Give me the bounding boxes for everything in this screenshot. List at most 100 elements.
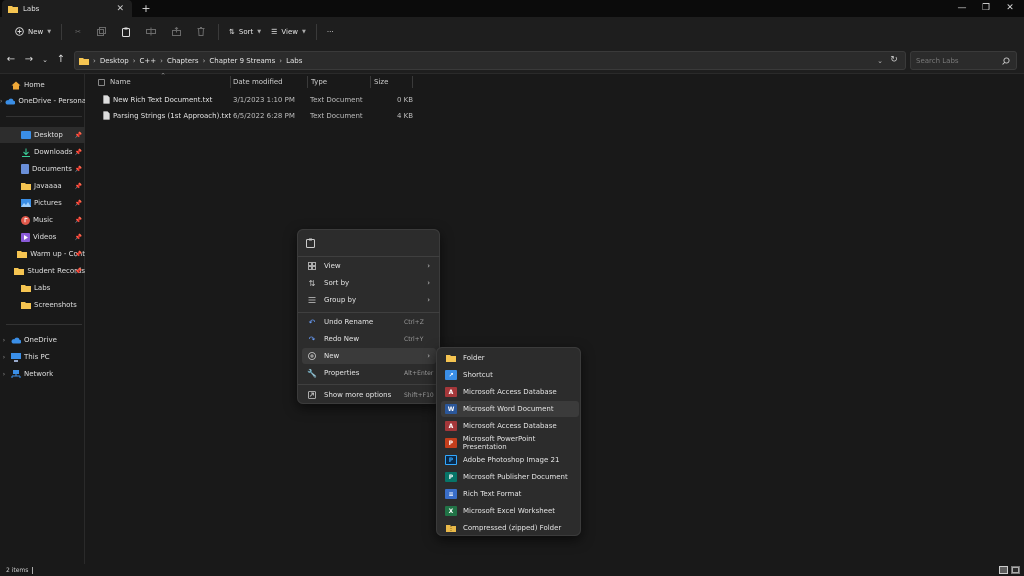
sidebar-item-pictures[interactable]: Pictures 📌 <box>0 195 85 211</box>
menu-item-undo-rename[interactable]: ↶ Undo Rename Ctrl+Z <box>302 314 436 330</box>
sidebar-item-onedrive[interactable]: › OneDrive <box>0 332 85 348</box>
paste-button[interactable] <box>114 22 138 42</box>
sidebar-divider <box>6 324 82 325</box>
forward-button[interactable]: → <box>22 53 36 67</box>
submenu-item-shortcut[interactable]: ↗ Shortcut <box>441 367 579 383</box>
menu-item-view[interactable]: View › <box>302 258 436 274</box>
breadcrumb-labs[interactable]: Labs <box>286 57 302 65</box>
up-button[interactable]: ↑ <box>54 53 68 67</box>
recent-locations-button[interactable]: ⌄ <box>38 53 52 67</box>
breadcrumb-chapter-9[interactable]: Chapter 9 Streams <box>209 57 275 65</box>
column-divider[interactable] <box>370 76 371 88</box>
details-view-button[interactable] <box>999 566 1008 574</box>
sidebar-item-labs[interactable]: Labs <box>0 280 85 296</box>
sidebar-item-onedrive-personal[interactable]: › OneDrive - Persona <box>0 93 85 109</box>
column-header-name[interactable]: Name <box>110 76 131 88</box>
menu-item-group-by[interactable]: Group by › <box>302 292 436 308</box>
chevron-right-icon[interactable]: › <box>0 98 2 105</box>
column-divider[interactable] <box>412 76 413 88</box>
sidebar-item-downloads[interactable]: Downloads 📌 <box>0 144 85 160</box>
column-header-size[interactable]: Size <box>374 76 388 88</box>
restore-button[interactable]: ❐ <box>974 0 998 17</box>
search-input[interactable]: Search Labs <box>910 51 1017 70</box>
submenu-item-excel[interactable]: X Microsoft Excel Worksheet <box>441 503 579 519</box>
pin-icon: 📌 <box>74 182 82 190</box>
tab-labs[interactable]: Labs ✕ <box>2 0 132 17</box>
sidebar-item-videos[interactable]: Videos 📌 <box>0 229 85 245</box>
submenu-item-rich-text[interactable]: ≡ Rich Text Format <box>441 486 579 502</box>
menu-item-redo-new[interactable]: ↷ Redo New Ctrl+Y <box>302 331 436 347</box>
video-icon <box>21 232 30 242</box>
cut-button[interactable]: ✂ <box>67 22 89 42</box>
back-button[interactable]: ← <box>4 53 18 67</box>
folder-icon <box>14 267 25 275</box>
address-bar[interactable]: › Desktop › C++ › Chapters › Chapter 9 S… <box>74 51 906 70</box>
submenu-item-photoshop[interactable]: P Adobe Photoshop Image 21 <box>441 452 579 468</box>
tab-title: Labs <box>23 4 40 13</box>
music-icon <box>21 215 30 225</box>
sidebar-item-label: OneDrive - Persona <box>18 97 85 105</box>
view-button[interactable]: ☰ View ▼ <box>266 22 311 42</box>
pin-icon: 📌 <box>74 199 82 207</box>
file-row[interactable]: New Rich Text Document.txt 3/1/2023 1:10… <box>97 92 417 107</box>
select-all-checkbox[interactable] <box>98 79 105 86</box>
delete-button[interactable] <box>189 22 213 42</box>
context-menu: View › ⇅ Sort by › Group by › ↶ Undo Ren… <box>297 229 440 404</box>
sidebar-item-documents[interactable]: Documents 📌 <box>0 161 85 177</box>
sidebar-item-music[interactable]: Music 📌 <box>0 212 85 228</box>
menu-item-show-more-options[interactable]: Show more options Shift+F10 <box>302 387 436 403</box>
sidebar-item-student-records[interactable]: Student Records 📌 <box>0 263 85 279</box>
breadcrumb-cpp[interactable]: C++ <box>140 57 157 65</box>
breadcrumb-desktop[interactable]: Desktop <box>100 57 129 65</box>
menu-item-new[interactable]: New › <box>302 348 436 364</box>
menu-item-properties[interactable]: 🔧 Properties Alt+Enter <box>302 365 436 381</box>
tiles-view-button[interactable] <box>1011 566 1020 574</box>
search-placeholder: Search Labs <box>916 56 959 65</box>
chevron-right-icon: › <box>160 56 163 65</box>
submenu-item-publisher[interactable]: P Microsoft Publisher Document <box>441 469 579 485</box>
submenu-item-access-database[interactable]: A Microsoft Access Database <box>441 384 579 400</box>
share-button[interactable] <box>164 22 189 42</box>
breadcrumb-chapters[interactable]: Chapters <box>167 57 199 65</box>
submenu-item-zip-folder[interactable]: Compressed (zipped) Folder <box>441 520 579 536</box>
sidebar-item-this-pc[interactable]: › This PC <box>0 349 85 365</box>
sidebar-item-home[interactable]: Home <box>0 77 85 93</box>
minimize-button[interactable]: — <box>950 0 974 17</box>
sort-icon: ⇅ <box>229 27 235 36</box>
sidebar-item-warm-up[interactable]: Warm up - Cont 📌 <box>0 246 85 262</box>
sidebar-item-desktop[interactable]: Desktop 📌 <box>0 127 85 143</box>
submenu-item-word-document[interactable]: W Microsoft Word Document <box>441 401 579 417</box>
close-window-button[interactable]: ✕ <box>998 0 1022 17</box>
file-row[interactable]: Parsing Strings (1st Approach).txt 6/5/2… <box>97 108 417 123</box>
submenu-item-access-database-2[interactable]: A Microsoft Access Database <box>441 418 579 434</box>
sidebar-item-label: Videos <box>33 233 57 241</box>
paste-icon[interactable] <box>306 238 315 248</box>
sort-button[interactable]: ⇅ Sort ▼ <box>224 22 266 42</box>
copy-button[interactable] <box>89 22 114 42</box>
more-options-button[interactable]: ··· <box>322 22 339 42</box>
menu-item-sort-by[interactable]: ⇅ Sort by › <box>302 275 436 291</box>
chevron-right-icon[interactable]: › <box>0 354 8 361</box>
submenu-item-folder[interactable]: Folder <box>441 350 579 366</box>
sidebar-item-network[interactable]: › Network <box>0 366 85 382</box>
sidebar-item-screenshots[interactable]: Screenshots <box>0 297 85 313</box>
refresh-icon[interactable]: ↻ <box>888 55 900 67</box>
redo-icon: ↷ <box>308 334 316 344</box>
rename-icon <box>146 27 157 36</box>
toolbar-divider <box>315 23 317 40</box>
submenu-item-powerpoint[interactable]: P Microsoft PowerPoint Presentation <box>441 435 579 451</box>
column-divider[interactable] <box>230 76 231 88</box>
column-header-date[interactable]: Date modified <box>233 76 283 88</box>
file-date: 6/5/2022 6:28 PM <box>233 111 295 120</box>
address-dropdown-icon[interactable]: ⌄ <box>877 57 883 65</box>
chevron-right-icon[interactable]: › <box>0 371 8 378</box>
tab-close-icon[interactable]: ✕ <box>116 4 124 14</box>
rename-button[interactable] <box>138 22 164 42</box>
item-count: 2 items <box>6 566 29 574</box>
column-divider[interactable] <box>307 76 308 88</box>
chevron-right-icon[interactable]: › <box>0 337 8 344</box>
new-button[interactable]: New ▼ <box>10 22 56 42</box>
sidebar-item-javaaaa[interactable]: Javaaaa 📌 <box>0 178 85 194</box>
column-header-type[interactable]: Type <box>311 76 327 88</box>
new-tab-button[interactable]: + <box>140 2 152 15</box>
